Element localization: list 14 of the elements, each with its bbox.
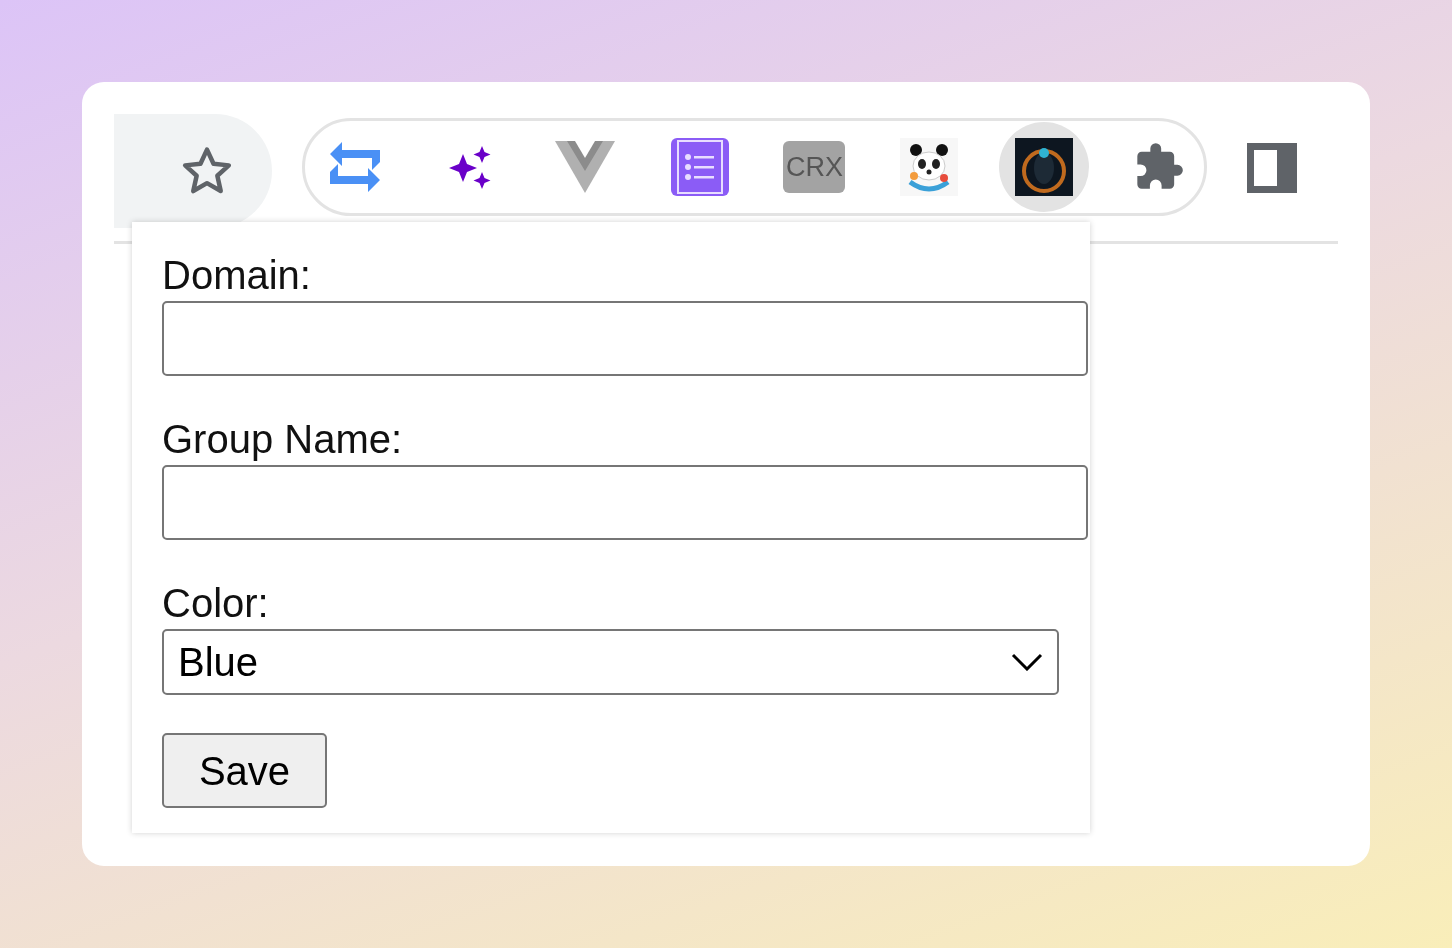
crx-icon: CRX: [783, 141, 846, 193]
side-panel-icon[interactable]: [1247, 143, 1297, 193]
list-icon: [670, 138, 729, 196]
v-logo-icon: [554, 141, 615, 193]
dark-image-icon: [1015, 138, 1074, 196]
chevron-down-icon: [1011, 653, 1043, 671]
text-field[interactable]: [162, 301, 1088, 376]
save-button[interactable]: Save: [162, 733, 327, 808]
color-dropdown[interactable]: Blue: [162, 629, 1059, 695]
text-field[interactable]: [162, 465, 1088, 540]
field-label: Group Name:: [162, 416, 404, 462]
panda-drawing: [900, 138, 959, 196]
field-label: Domain:: [162, 252, 312, 298]
field-label: Color:: [162, 580, 270, 626]
